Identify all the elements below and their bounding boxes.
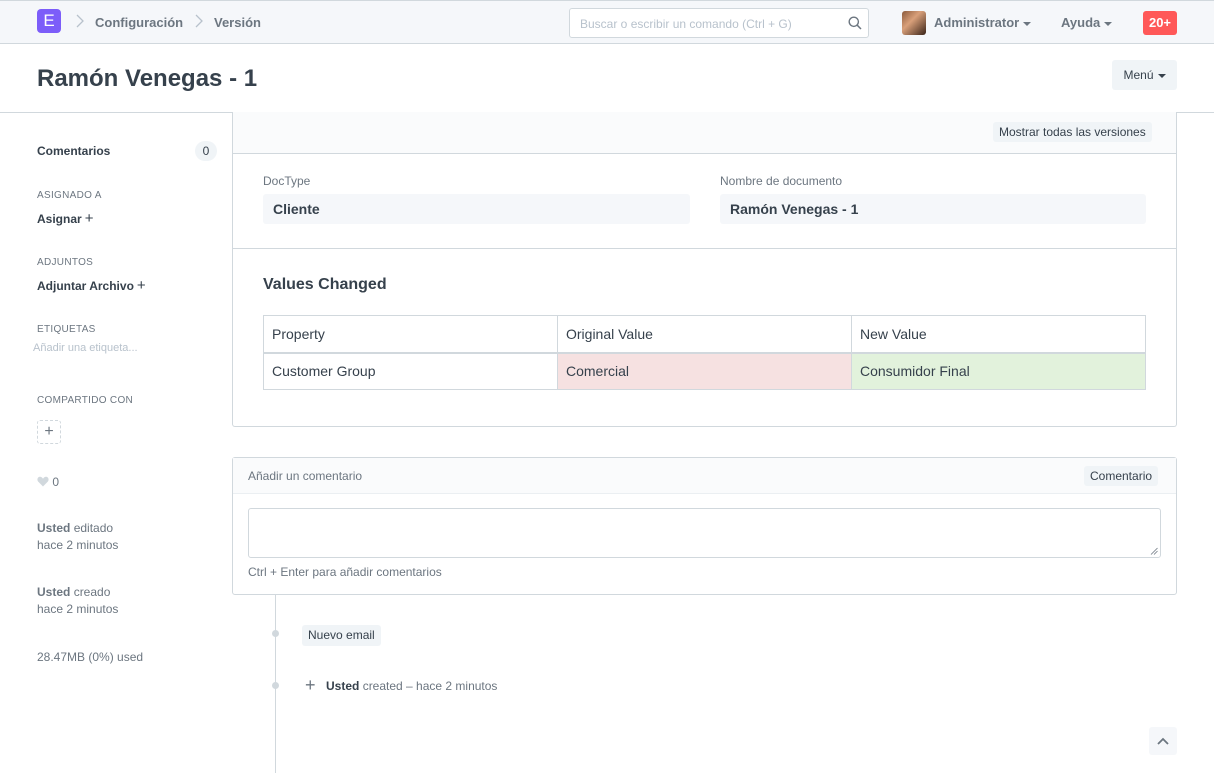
breadcrumb-configuracion[interactable]: Configuración <box>95 15 183 30</box>
attach-file-button[interactable]: Adjuntar Archivo + <box>37 277 146 294</box>
heart-icon <box>37 476 49 487</box>
chevron-right-icon <box>76 14 84 28</box>
values-changed-title: Values Changed <box>263 276 387 293</box>
plus-icon: + <box>305 675 316 695</box>
chevron-up-icon <box>1157 737 1169 745</box>
edited-time: hace 2 minutos <box>37 538 119 552</box>
column-header-original: Original Value <box>557 315 852 353</box>
new-value-cell: Consumidor Final <box>851 352 1146 390</box>
navbar: E Configuración Versión Buscar o escribi… <box>0 0 1214 44</box>
assign-label: Asignar <box>37 212 82 226</box>
timeline-entry: Usted created – hace 2 minutos <box>326 679 497 693</box>
assign-button[interactable]: Asignar + <box>37 210 93 227</box>
docname-label: Nombre de documento <box>720 174 843 188</box>
column-header-property: Property <box>263 315 558 353</box>
avatar[interactable] <box>902 11 926 35</box>
add-comment-label: Añadir un comentario <box>248 469 363 483</box>
timeline-dot <box>272 682 279 689</box>
app-logo[interactable]: E <box>37 9 61 33</box>
tags-heading: ETIQUETAS <box>37 324 96 335</box>
help-menu-label: Ayuda <box>1061 15 1101 30</box>
column-header-new: New Value <box>851 315 1146 353</box>
created-by: Usted <box>37 585 71 599</box>
comments-count-badge: 0 <box>195 141 217 161</box>
form-toolbar: Mostrar todas las versiones <box>233 112 1176 154</box>
search-icon <box>848 16 862 30</box>
attachments-heading: ADJUNTOS <box>37 257 94 268</box>
add-share-button[interactable]: + <box>37 420 61 444</box>
comment-input[interactable] <box>248 508 1161 558</box>
property-cell: Customer Group <box>263 352 558 390</box>
attach-label: Adjuntar Archivo <box>37 279 134 293</box>
plus-icon: + <box>84 210 94 227</box>
search-input[interactable]: Buscar o escribir un comando (Ctrl + G) <box>569 8 869 38</box>
assigned-heading: ASIGNADO A <box>37 190 102 201</box>
menu-button[interactable]: Menú <box>1112 60 1177 90</box>
comment-header: Añadir un comentario Comentario <box>233 458 1176 494</box>
likes[interactable]: 0 <box>37 475 59 489</box>
timeline-entry-text: created – hace 2 minutos <box>362 679 498 693</box>
plus-icon: + <box>136 277 146 294</box>
new-email-button[interactable]: Nuevo email <box>302 625 381 646</box>
user-menu-label: Administrator <box>934 15 1020 30</box>
table-row: Customer Group Comercial Consumidor Fina… <box>263 352 1146 390</box>
edited-info: Usted editado hace 2 minutos <box>37 520 118 554</box>
sidebar-comments-label[interactable]: Comentarios <box>37 144 110 158</box>
user-menu[interactable]: Administrator <box>934 15 1032 30</box>
docname-field[interactable]: Ramón Venegas - 1 <box>720 194 1146 224</box>
search-placeholder: Buscar o escribir un comando (Ctrl + G) <box>580 17 792 31</box>
comment-button[interactable]: Comentario <box>1084 466 1159 486</box>
section-divider <box>233 248 1176 249</box>
comment-hint: Ctrl + Enter para añadir comentarios <box>248 565 442 579</box>
edited-by: Usted <box>37 521 71 535</box>
timeline-dot <box>272 630 279 637</box>
chevron-right-icon <box>195 14 203 28</box>
doctype-label: DocType <box>263 174 311 188</box>
created-time: hace 2 minutos <box>37 602 119 616</box>
values-changed-table: Property Original Value New Value Custom… <box>263 315 1146 390</box>
scroll-to-top-button[interactable] <box>1149 727 1177 755</box>
notifications-badge[interactable]: 20+ <box>1143 11 1177 35</box>
version-form: Mostrar todas las versiones DocType Clie… <box>232 112 1177 427</box>
breadcrumb-version[interactable]: Versión <box>214 15 261 30</box>
page-title: Ramón Venegas - 1 <box>37 65 258 92</box>
created-action: creado <box>73 585 111 599</box>
help-menu[interactable]: Ayuda <box>1061 15 1113 30</box>
storage-used: 28.47MB (0%) used <box>37 650 144 664</box>
show-all-versions-button[interactable]: Mostrar todas las versiones <box>993 122 1152 142</box>
shared-heading: COMPARTIDO CON <box>37 395 134 406</box>
original-value-cell: Comercial <box>557 352 852 390</box>
likes-count: 0 <box>52 475 60 489</box>
caret-down-icon <box>1023 21 1032 26</box>
caret-down-icon <box>1157 73 1166 78</box>
menu-button-label: Menú <box>1123 68 1154 82</box>
caret-down-icon <box>1104 21 1113 26</box>
edited-action: editado <box>73 521 114 535</box>
doctype-field[interactable]: Cliente <box>263 194 690 224</box>
tags-input[interactable]: Añadir una etiqueta... <box>33 342 138 354</box>
created-info: Usted creado hace 2 minutos <box>37 584 118 618</box>
comment-box: Añadir un comentario Comentario Ctrl + E… <box>232 457 1177 595</box>
resize-grip-icon[interactable] <box>1150 547 1158 555</box>
plus-icon: + <box>44 423 54 440</box>
page-head: Ramón Venegas - 1 Menú <box>0 45 1214 113</box>
table-header-row: Property Original Value New Value <box>263 315 1146 353</box>
timeline-entry-user: Usted <box>326 679 360 693</box>
